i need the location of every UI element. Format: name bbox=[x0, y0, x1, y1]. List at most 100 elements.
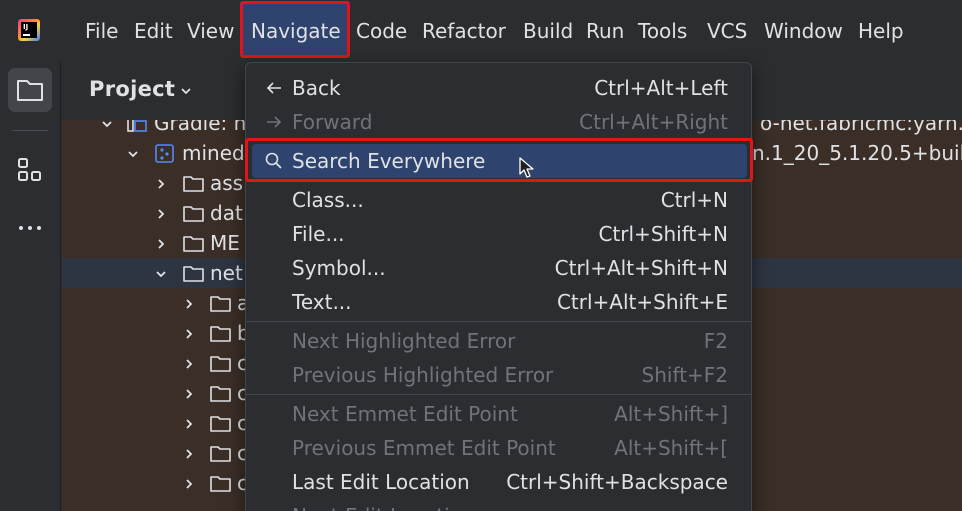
project-panel-title[interactable]: Project bbox=[89, 77, 175, 101]
menu-item-previous-highlighted-error[interactable]: Previous Highlighted Error Shift+F2 bbox=[252, 358, 747, 392]
tool-window-strip bbox=[0, 62, 61, 511]
menu-item-label: Previous Emmet Edit Point bbox=[292, 436, 556, 460]
menu-item-label: Next Emmet Edit Point bbox=[292, 402, 518, 426]
menu-item-text[interactable]: Text... Ctrl+Alt+Shift+E bbox=[252, 285, 747, 319]
menu-item-label: Previous Highlighted Error bbox=[292, 363, 554, 387]
tree-label-suffix: n.1_20_5.1.20.5+build bbox=[752, 141, 962, 165]
menu-item-forward[interactable]: Forward Ctrl+Alt+Right bbox=[252, 105, 747, 139]
project-tool-button[interactable] bbox=[8, 68, 52, 112]
folder-icon bbox=[183, 206, 204, 222]
menu-item-label: Class... bbox=[292, 188, 364, 212]
structure-icon bbox=[18, 158, 41, 181]
menu-item-label: Symbol... bbox=[292, 256, 386, 280]
menu-item-label: File... bbox=[292, 222, 345, 246]
chevron-down-icon[interactable] bbox=[179, 84, 193, 98]
menu-item-previous-emmet-edit-point[interactable]: Previous Emmet Edit Point Alt+Shift+[ bbox=[252, 431, 747, 465]
chevron-right-icon[interactable] bbox=[182, 327, 196, 341]
menu-edit[interactable]: Edit bbox=[134, 17, 173, 45]
menu-refactor[interactable]: Refactor bbox=[422, 17, 506, 45]
tree-label: ME bbox=[210, 231, 240, 255]
menu-code[interactable]: Code bbox=[356, 17, 407, 45]
menu-item-next-highlighted-error[interactable]: Next Highlighted Error F2 bbox=[252, 324, 747, 358]
menu-item-label: Last Edit Location bbox=[292, 470, 470, 494]
chevron-right-icon[interactable] bbox=[182, 357, 196, 371]
arrow-left-icon bbox=[266, 82, 281, 94]
chevron-right-icon[interactable] bbox=[182, 387, 196, 401]
menu-item-back[interactable]: Back Ctrl+Alt+Left bbox=[252, 71, 747, 105]
library-icon bbox=[127, 120, 147, 132]
menu-item-search-everywhere[interactable]: Search Everywhere bbox=[252, 144, 747, 178]
folder-icon bbox=[17, 80, 43, 101]
folder-icon bbox=[183, 176, 204, 192]
tree-label: mined bbox=[182, 141, 245, 165]
structure-tool-button[interactable] bbox=[8, 148, 52, 192]
menu-help[interactable]: Help bbox=[858, 17, 904, 45]
menu-item-shortcut: Shift+F2 bbox=[641, 363, 728, 387]
menu-item-label: Next Edit Location bbox=[292, 499, 475, 511]
menu-item-symbol[interactable]: Symbol... Ctrl+Alt+Shift+N bbox=[252, 251, 747, 285]
arrow-right-icon bbox=[267, 116, 282, 128]
folder-icon bbox=[183, 266, 204, 282]
menu-separator bbox=[246, 394, 751, 395]
chevron-right-icon[interactable] bbox=[154, 177, 168, 191]
menu-tools[interactable]: Tools bbox=[638, 17, 687, 45]
menu-item-shortcut: Ctrl+N bbox=[660, 188, 728, 212]
chevron-down-icon[interactable] bbox=[100, 120, 114, 131]
folder-icon bbox=[210, 356, 231, 372]
tree-label: Gradle: n bbox=[154, 120, 247, 135]
menu-item-class[interactable]: Class... Ctrl+N bbox=[252, 183, 747, 217]
menu-item-label: Forward bbox=[292, 110, 373, 134]
module-icon bbox=[155, 144, 174, 163]
chevron-right-icon[interactable] bbox=[182, 417, 196, 431]
menu-view[interactable]: View bbox=[187, 17, 234, 45]
menu-item-shortcut: F2 bbox=[703, 329, 728, 353]
chevron-down-icon[interactable] bbox=[154, 267, 168, 281]
menu-item-shortcut: Ctrl+Alt+Right bbox=[579, 110, 728, 134]
chevron-right-icon[interactable] bbox=[154, 237, 168, 251]
menu-item-last-edit-location[interactable]: Last Edit Location Ctrl+Shift+Backspace bbox=[252, 465, 747, 499]
folder-icon bbox=[183, 236, 204, 252]
menu-item-next-emmet-edit-point[interactable]: Next Emmet Edit Point Alt+Shift+] bbox=[252, 397, 747, 431]
folder-icon bbox=[210, 296, 231, 312]
intellij-logo-icon[interactable]: IJ bbox=[18, 19, 40, 41]
menu-item-next-edit-location[interactable]: Next Edit Location bbox=[252, 499, 747, 511]
navigate-dropdown-menu: Back Ctrl+Alt+Left Forward Ctrl+Alt+Righ… bbox=[245, 62, 752, 511]
menu-navigate[interactable]: Navigate bbox=[251, 17, 341, 45]
menu-item-label: Next Highlighted Error bbox=[292, 329, 516, 353]
tree-label: net bbox=[210, 261, 243, 285]
folder-icon bbox=[210, 446, 231, 462]
menu-run[interactable]: Run bbox=[586, 17, 624, 45]
menu-item-shortcut: Ctrl+Shift+N bbox=[598, 222, 728, 246]
chevron-right-icon[interactable] bbox=[182, 477, 196, 491]
more-tools-button[interactable] bbox=[8, 206, 52, 250]
chevron-right-icon[interactable] bbox=[182, 447, 196, 461]
toolstrip-divider bbox=[12, 130, 48, 131]
menu-item-shortcut: Alt+Shift+[ bbox=[614, 436, 728, 460]
folder-icon bbox=[210, 476, 231, 492]
menu-window[interactable]: Window bbox=[764, 17, 843, 45]
menu-item-file[interactable]: File... Ctrl+Shift+N bbox=[252, 217, 747, 251]
menu-item-label: Text... bbox=[292, 290, 352, 314]
menu-file[interactable]: File bbox=[85, 17, 118, 45]
menu-item-shortcut: Ctrl+Shift+Backspace bbox=[506, 470, 728, 494]
tree-label: ass bbox=[210, 171, 244, 195]
chevron-right-icon[interactable] bbox=[154, 207, 168, 221]
menu-item-shortcut: Ctrl+Alt+Shift+E bbox=[556, 290, 728, 314]
folder-icon bbox=[210, 386, 231, 402]
chevron-down-icon[interactable] bbox=[126, 147, 140, 161]
menu-item-label: Back bbox=[292, 76, 341, 100]
menu-bar: IJ File Edit View Navigate Code Refactor… bbox=[0, 0, 962, 62]
menu-item-label: Search Everywhere bbox=[292, 149, 486, 173]
menu-separator bbox=[246, 321, 751, 322]
menu-item-shortcut: Ctrl+Alt+Shift+N bbox=[554, 256, 728, 280]
more-icon bbox=[19, 226, 41, 230]
tree-label: dat bbox=[210, 201, 243, 225]
menu-vcs[interactable]: VCS bbox=[707, 17, 747, 45]
folder-icon bbox=[210, 416, 231, 432]
menu-build[interactable]: Build bbox=[523, 17, 573, 45]
chevron-right-icon[interactable] bbox=[182, 297, 196, 311]
folder-icon bbox=[210, 326, 231, 342]
search-icon bbox=[265, 152, 282, 169]
tree-label-suffix: o-net.fabricmc:yarn.1 bbox=[760, 120, 962, 135]
mouse-cursor-icon bbox=[519, 157, 534, 178]
